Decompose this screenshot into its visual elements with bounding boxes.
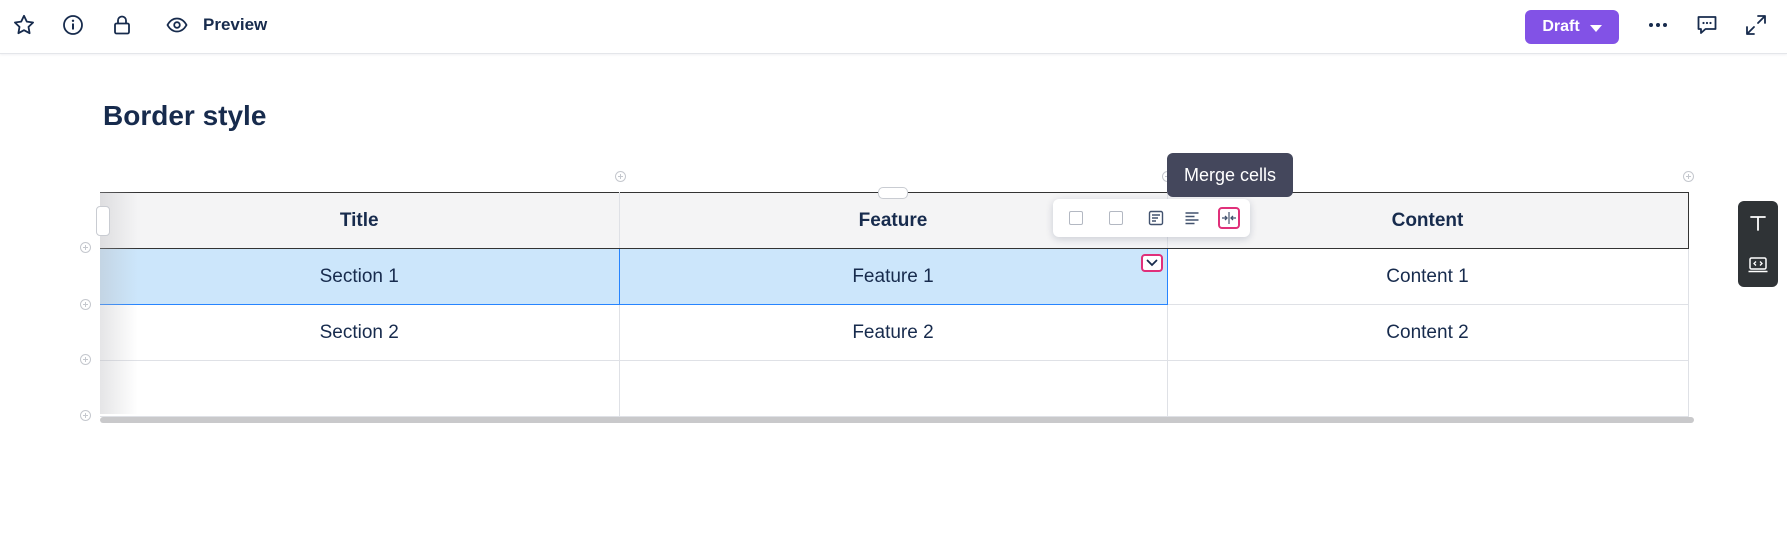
merge-cells-tooltip: Merge cells: [1167, 153, 1294, 197]
cell-options-icon[interactable]: [1145, 207, 1167, 229]
table-cell-selected[interactable]: Section 1: [100, 248, 620, 305]
insert-side-panel: [1738, 201, 1778, 287]
table-row: Section 2 Feature 2 Content 2: [100, 304, 1689, 361]
add-column-dot[interactable]: [1683, 171, 1694, 182]
add-column-dot[interactable]: [615, 171, 626, 182]
border-color-swatch[interactable]: [1105, 207, 1127, 229]
draft-label: Draft: [1542, 18, 1580, 35]
table-cell[interactable]: Feature 2: [618, 304, 1168, 361]
table: Title Feature Content Section 1 Feature …: [100, 192, 1689, 417]
info-icon[interactable]: [60, 12, 86, 38]
background-color-swatch[interactable]: [1065, 207, 1087, 229]
table-cell[interactable]: Content 1: [1166, 248, 1689, 305]
column-drag-handle[interactable]: [878, 187, 908, 199]
more-icon[interactable]: [1645, 12, 1671, 38]
table-header-row: Title Feature Content: [100, 192, 1689, 249]
cell-toolbar: [1053, 199, 1250, 237]
add-row-dot[interactable]: [80, 299, 91, 310]
table-row: Section 1 Feature 1 Content 1: [100, 248, 1689, 305]
row-drag-handle[interactable]: [96, 206, 110, 236]
expand-icon[interactable]: [1743, 12, 1769, 38]
text-icon[interactable]: [1738, 203, 1778, 243]
horizontal-scrollbar[interactable]: [100, 417, 1694, 423]
eye-icon[interactable]: [164, 12, 190, 38]
preview-button[interactable]: Preview: [203, 15, 267, 35]
draft-status-button[interactable]: Draft: [1525, 10, 1619, 44]
embed-code-icon[interactable]: [1738, 245, 1778, 285]
lock-icon[interactable]: [109, 12, 135, 38]
top-bar: Preview Draft: [0, 0, 1787, 54]
chevron-down-icon: [1146, 259, 1158, 267]
comment-icon[interactable]: [1694, 12, 1720, 38]
table-cell[interactable]: [1166, 360, 1689, 417]
table-cell[interactable]: Section 2: [100, 304, 620, 361]
chevron-down-icon: [1589, 24, 1602, 32]
table-cell-selected[interactable]: Feature 1: [618, 248, 1168, 305]
add-row-dot[interactable]: [80, 242, 91, 253]
cell-options-dropdown[interactable]: [1141, 254, 1163, 272]
header-cell-title[interactable]: Title: [100, 192, 620, 249]
table-cell[interactable]: [618, 360, 1168, 417]
merge-cells-icon[interactable]: [1218, 207, 1240, 229]
star-icon[interactable]: [11, 12, 37, 38]
table-cell[interactable]: [100, 360, 620, 417]
add-row-dot[interactable]: [80, 354, 91, 365]
page-title: Border style: [103, 100, 267, 131]
align-left-icon[interactable]: [1181, 207, 1203, 229]
table-row: [100, 360, 1689, 417]
add-row-dot[interactable]: [80, 410, 91, 421]
table-cell[interactable]: Content 2: [1166, 304, 1689, 361]
